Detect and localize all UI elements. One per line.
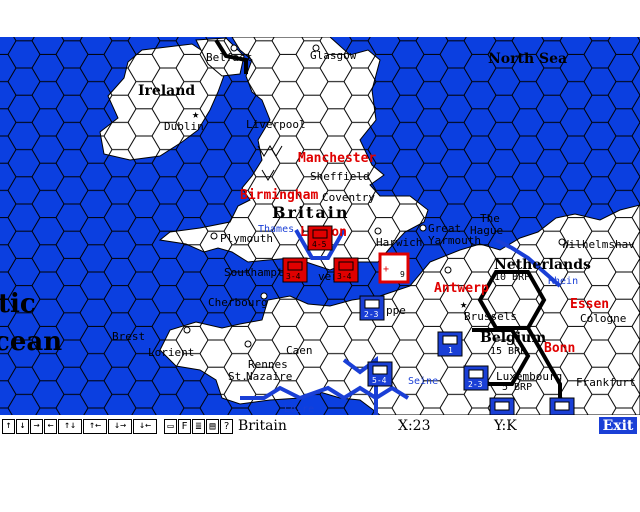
capital-star-icon: ★ — [192, 107, 199, 121]
x-coordinate: X:23 — [398, 418, 431, 434]
svg-text:3-4: 3-4 — [286, 272, 301, 281]
unit-seine[interactable]: 5-4 — [367, 361, 393, 387]
city-cologne: Cologne — [580, 312, 626, 325]
y-coordinate: Y:K — [494, 418, 517, 434]
unit-sea-fleet[interactable]: + 9 — [378, 252, 410, 284]
report-icon[interactable]: ▤ — [206, 418, 219, 434]
exit-button[interactable]: Exit — [599, 417, 637, 434]
city-frankfurt: Frankfurt — [576, 376, 636, 389]
unit-dieppe[interactable]: 2-3 — [359, 295, 385, 321]
help-icon[interactable]: ? — [220, 418, 233, 434]
city-st-nazaire-2: Nazaire — [246, 370, 292, 383]
city-sheffield: Sheffield — [310, 170, 370, 183]
country-label-ireland: Ireland — [138, 83, 195, 99]
city-st-nazaire-1: St. — [228, 370, 248, 383]
svg-text:5-4: 5-4 — [372, 376, 387, 385]
city-wilhelmshaven: Wilhelmshav — [562, 238, 635, 251]
country-label-britain: Britain — [272, 203, 350, 222]
city-coventry: Coventry — [322, 191, 375, 204]
scroll-down-left-icon[interactable]: ↓← — [133, 418, 157, 434]
city-cherbourg: Cherbourg — [208, 296, 268, 309]
unit-belgium[interactable]: 1 — [437, 331, 463, 357]
city-belfast: Belfast — [206, 51, 252, 64]
svg-text:3-4: 3-4 — [337, 272, 352, 281]
city-the-hague-2: Hague — [470, 224, 503, 237]
unit-partial[interactable] — [489, 397, 515, 415]
fleet-icon: + — [383, 264, 389, 275]
force-pool-button[interactable]: F — [178, 418, 191, 434]
country-label-belgium: Belgium — [480, 330, 546, 346]
city-brest: Brest — [112, 330, 145, 343]
key-city-antwerp: Antwerp — [434, 281, 489, 296]
city-southampton: Southampt — [224, 266, 284, 279]
country-label-netherlands: Netherlands — [494, 257, 591, 273]
city-brussels: Brussels — [464, 310, 517, 323]
unit-london[interactable]: 4-5 — [307, 225, 333, 251]
city-caen: Caen — [286, 344, 313, 357]
scroll-up-icon[interactable]: ↑ — [2, 418, 15, 434]
unit-luxembourg[interactable]: 2-3 — [463, 365, 489, 391]
scroll-up-left-icon[interactable]: ↑← — [83, 418, 107, 434]
window-icon[interactable]: ▭ — [164, 418, 177, 434]
current-country: Britain — [238, 418, 287, 434]
status-bar: ↑ ↓ → ← ↑↓ ↑← ↓→ ↓← ▭ F ≣ ▤ ? Britain X:… — [0, 416, 640, 436]
scroll-up-down-icon[interactable]: ↑↓ — [58, 418, 82, 434]
river-loire: Loire — [284, 404, 314, 415]
svg-text:4-5: 4-5 — [312, 240, 327, 249]
scroll-down-icon[interactable]: ↓ — [16, 418, 29, 434]
top-margin — [0, 0, 640, 37]
city-dublin: Dublin — [164, 120, 204, 133]
svg-text:9: 9 — [400, 270, 405, 279]
sea-label-ocean-bottom: cean — [0, 327, 62, 357]
unit-red-infantry[interactable]: 3-4 — [333, 257, 359, 283]
svg-text:2-3: 2-3 — [364, 310, 379, 319]
brp-luxembourg: 5 BRP — [502, 382, 532, 393]
river-seine: Seine — [408, 376, 438, 387]
key-city-birmingham: Birmingham — [240, 188, 318, 203]
scroll-right-icon[interactable]: → — [30, 418, 43, 434]
city-liverpool: Liverpool — [246, 118, 306, 131]
scroll-down-right-icon[interactable]: ↓→ — [108, 418, 132, 434]
svg-text:2-3: 2-3 — [468, 380, 483, 389]
brp-belgium: 15 BRP — [490, 346, 526, 357]
game-map[interactable]: North Sea tic cean Ireland Britain Nethe… — [0, 37, 640, 415]
svg-text:1: 1 — [448, 346, 453, 355]
city-lorient: Lorient — [148, 346, 194, 359]
capital-star-icon: ★ — [460, 297, 467, 311]
key-city-bonn: Bonn — [544, 341, 575, 356]
city-harwich: Harwich — [376, 236, 422, 249]
unit-partial[interactable] — [549, 397, 575, 415]
river-rhein: Rhein — [548, 276, 578, 287]
list-icon[interactable]: ≣ — [192, 418, 205, 434]
sea-label-north-sea: North Sea — [488, 51, 567, 67]
scroll-controls: ↑ ↓ → ← ↑↓ ↑← ↓→ ↓← — [2, 418, 157, 434]
key-city-manchester: Manchester — [298, 151, 376, 166]
key-city-essen: Essen — [570, 297, 609, 312]
unit-red-infantry[interactable]: 3-4 — [282, 257, 308, 283]
scroll-left-icon[interactable]: ← — [44, 418, 57, 434]
brp-netherlands: 10 BRP — [494, 272, 530, 283]
city-dieppe: ppe — [386, 304, 406, 317]
sea-label-ocean-top: tic — [0, 289, 36, 319]
river-thames: Thames — [258, 224, 294, 235]
